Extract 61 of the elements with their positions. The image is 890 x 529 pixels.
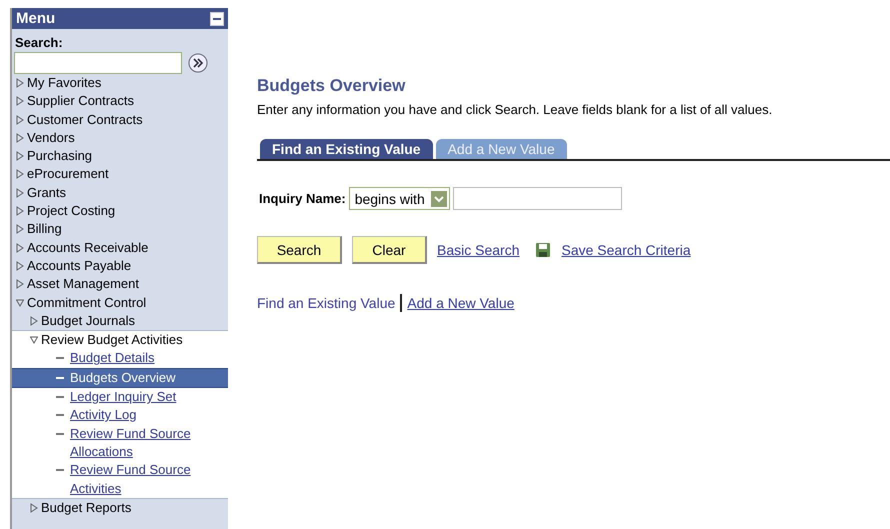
action-button[interactable]: Search — [257, 236, 342, 264]
operator-dropdown[interactable]: begins with — [348, 187, 450, 210]
dash-icon — [56, 414, 64, 416]
collapsed-triangle-icon[interactable] — [16, 132, 24, 143]
dash-icon — [56, 469, 64, 472]
collapsed-triangle-icon[interactable] — [16, 96, 24, 106]
menu-item[interactable]: Vendors — [27, 128, 75, 148]
menu-link[interactable]: Activity Log — [12, 406, 228, 425]
menu-item[interactable]: Supplier Contracts — [27, 92, 134, 111]
menu-link[interactable]: Budgets Overview — [12, 368, 228, 388]
instructions: Enter any information you have and click Search. Leave fields blank for a list of all values. — [257, 102, 774, 117]
collapsed-triangle-icon[interactable] — [16, 242, 24, 253]
collapse-icon[interactable] — [210, 12, 224, 26]
collapsed-triangle-icon[interactable] — [16, 279, 24, 290]
save-criteria-link[interactable]: Save Search Criteria — [561, 242, 691, 258]
field-label: Inquiry Name: — [259, 191, 346, 206]
menu-item[interactable]: Purchasing — [27, 147, 92, 166]
collapsed-triangle-icon[interactable] — [16, 224, 24, 234]
expanded-triangle-icon[interactable] — [30, 335, 38, 346]
collapsed-triangle-icon[interactable] — [16, 78, 24, 88]
collapsed-triangle-icon[interactable] — [30, 502, 38, 513]
caret-icon — [430, 190, 447, 206]
expanded-triangle-icon[interactable] — [16, 298, 24, 308]
collapsed-triangle-icon[interactable] — [16, 151, 24, 162]
tab[interactable]: Find an Existing Value — [260, 139, 433, 159]
collapsed-triangle-icon[interactable] — [16, 260, 24, 271]
menu-item[interactable]: Accounts Receivable — [27, 238, 148, 257]
menu-item[interactable]: eProcurement — [27, 165, 109, 184]
menu-item[interactable]: My Favorites — [27, 74, 102, 92]
menu-item[interactable]: Asset Management — [27, 275, 140, 294]
menu-item[interactable]: Customer Contracts — [27, 110, 143, 129]
basic-search-link[interactable]: Basic Search — [437, 242, 520, 258]
action-button[interactable]: Clear — [352, 236, 427, 264]
page-link[interactable]: Add a New Value — [407, 295, 514, 311]
menu-link[interactable]: Review Fund Source Activities — [12, 461, 228, 498]
menu-item[interactable]: Budget Reports — [41, 498, 132, 518]
search-label: Search: — [14, 34, 64, 52]
collapsed-triangle-icon[interactable] — [16, 206, 24, 216]
menu-item[interactable]: Billing — [27, 220, 62, 239]
dash-icon — [56, 376, 64, 379]
menu-link[interactable]: Review Fund Source Allocations — [12, 424, 228, 462]
menu-title: Menu — [16, 10, 56, 27]
collapsed-triangle-icon[interactable] — [16, 188, 24, 198]
page-title: Budgets Overview — [257, 76, 406, 96]
search-field[interactable] — [14, 52, 182, 74]
dash-icon — [56, 432, 64, 435]
menu-item[interactable]: Budget Journals — [41, 312, 135, 330]
inquiry-name-field[interactable] — [452, 187, 622, 210]
collapsed-triangle-icon[interactable] — [30, 316, 38, 326]
menu-item[interactable]: Accounts Payable — [27, 256, 132, 276]
menu-link[interactable]: Ledger Inquiry Set — [12, 388, 228, 406]
dash-icon — [56, 396, 64, 398]
menu-item[interactable]: Project Costing — [27, 202, 116, 220]
menu-item[interactable]: Commitment Control — [27, 294, 146, 312]
menu-link[interactable]: Budget Details — [12, 349, 228, 368]
collapsed-triangle-icon[interactable] — [16, 169, 24, 180]
menu-item[interactable]: Grants — [27, 184, 66, 202]
menu-item[interactable]: Review Budget Activities — [41, 331, 183, 350]
page-link[interactable]: Find an Existing Value — [257, 295, 396, 311]
dash-icon — [56, 357, 64, 360]
collapsed-triangle-icon[interactable] — [16, 114, 24, 125]
